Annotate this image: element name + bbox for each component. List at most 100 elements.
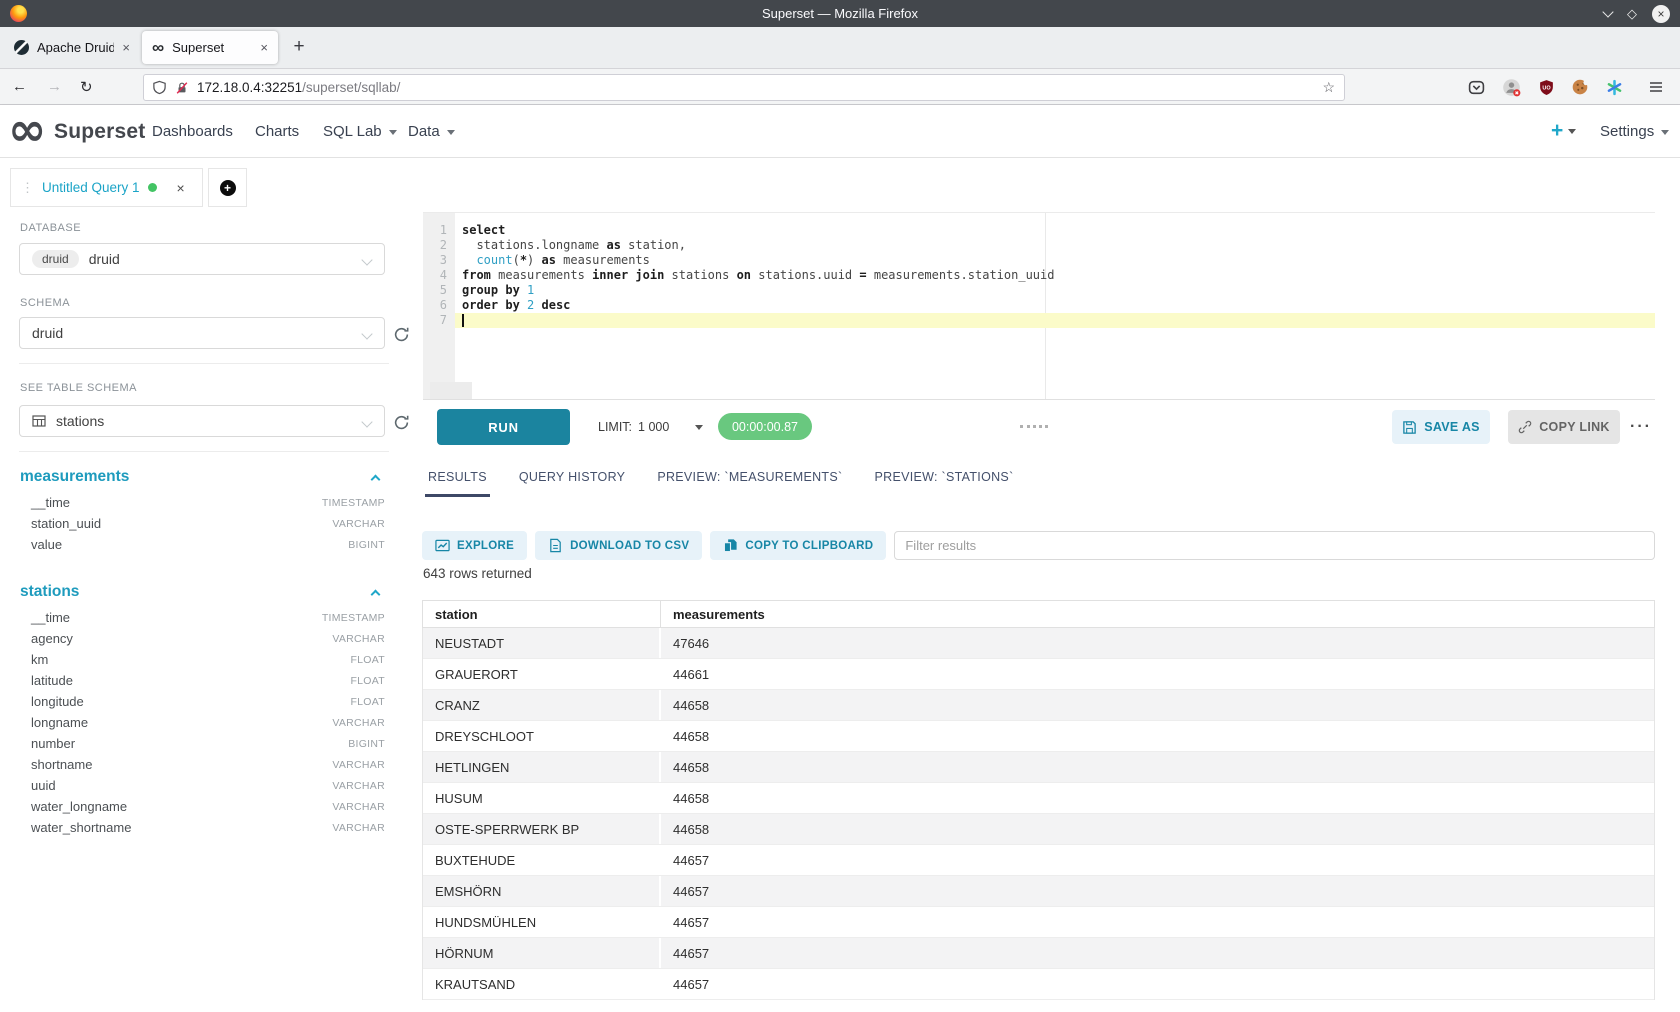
sql-editor[interactable]: 1234567 select stations.longname as stat… (423, 212, 1655, 400)
reload-icon[interactable]: ↻ (80, 78, 93, 96)
sql-token (534, 298, 541, 312)
schema-table-header[interactable]: stations (20, 581, 385, 603)
collapse-chevron-icon[interactable] (371, 589, 381, 599)
column-type: VARCHAR (332, 518, 385, 530)
column-type: FLOAT (350, 654, 385, 666)
column-name: water_longname (31, 799, 127, 814)
nav-sql-lab[interactable]: SQL Lab (323, 105, 397, 158)
tab-close-icon[interactable]: × (260, 40, 268, 55)
schema-column-row: longnameVARCHAR (20, 712, 385, 733)
window-maximize-icon[interactable]: ◇ (1627, 7, 1637, 20)
sql-token: desc (542, 298, 571, 312)
more-options-icon[interactable]: ··· (1630, 409, 1652, 445)
download-to-csv-button[interactable]: DOWNLOAD TO CSV (535, 531, 702, 560)
column-type: BIGINT (348, 738, 385, 750)
schema-column-row: kmFLOAT (20, 649, 385, 670)
run-button[interactable]: RUN (437, 409, 570, 445)
tab-close-icon[interactable]: × (122, 40, 130, 55)
plus-circle-icon: + (220, 180, 236, 196)
schema-table-name: measurements (20, 468, 129, 486)
refresh-schema-icon[interactable] (391, 324, 411, 344)
back-icon[interactable]: ← (12, 78, 27, 95)
add-query-tab-button[interactable]: + (208, 168, 247, 207)
schema-column-row: latitudeFLOAT (20, 670, 385, 691)
editor-code-line[interactable]: count(*) as measurements (455, 253, 1655, 268)
schema-table-name: stations (20, 583, 79, 601)
collapse-chevron-icon[interactable] (371, 474, 381, 484)
query-tab-untitled-query-1[interactable]: ⋮ Untitled Query 1 × (10, 168, 203, 207)
header-measurements[interactable]: measurements (661, 607, 765, 622)
editor-code-line[interactable] (455, 313, 1655, 328)
header-station[interactable]: station (423, 601, 661, 627)
editor-code-line[interactable]: group by 1 (455, 283, 1655, 298)
profile-extension-icon[interactable] (1501, 77, 1521, 97)
table-value: stations (56, 413, 104, 429)
new-tab-button[interactable]: + (286, 34, 312, 60)
window-titlebar: Superset — Mozilla Firefox ◇ × (0, 0, 1680, 27)
table-row: HUNDSMÜHLEN44657 (423, 907, 1654, 938)
sql-token (462, 253, 476, 267)
results-tab-results[interactable]: RESULTS (428, 470, 487, 484)
window-close-icon[interactable]: × (1652, 5, 1670, 23)
browser-tab-apache-druid[interactable]: Apache Druid × (4, 31, 140, 64)
column-name: agency (31, 631, 73, 646)
url-bar[interactable]: 172.18.0.4:32251/superset/sqllab/ ☆ (143, 74, 1345, 101)
file-icon (548, 538, 563, 553)
editor-code-line[interactable]: select (455, 223, 1655, 238)
cookie-extension-icon[interactable] (1570, 77, 1590, 97)
results-tab-preview-measurements[interactable]: PREVIEW: `MEASUREMENTS` (657, 470, 842, 484)
bookmark-star-icon[interactable]: ☆ (1322, 79, 1335, 96)
add-new-button[interactable]: + (1551, 105, 1576, 157)
url-path: /superset/sqllab/ (302, 80, 400, 95)
schema-select[interactable]: druid (19, 317, 385, 349)
column-name: value (31, 537, 62, 552)
drag-handle-icon[interactable]: ⋮ (21, 180, 34, 196)
column-name: shortname (31, 757, 92, 772)
window-minimize-icon[interactable] (1602, 6, 1613, 17)
nav-data[interactable]: Data (408, 105, 455, 158)
chart-icon (435, 538, 450, 553)
editor-code-line[interactable]: from measurements inner join stations on… (455, 268, 1655, 283)
schema-table-header[interactable]: measurements (20, 466, 385, 488)
cell-station: CRANZ (423, 690, 661, 720)
chevron-down-icon (1661, 130, 1669, 135)
database-select[interactable]: druid druid (19, 243, 385, 275)
column-type: TIMESTAMP (322, 612, 385, 624)
editor-code-line[interactable]: stations.longname as station, (455, 238, 1655, 253)
superset-brand[interactable]: Superset (54, 105, 145, 158)
save-as-button[interactable]: SAVE AS (1392, 410, 1490, 444)
forward-icon[interactable]: → (47, 78, 62, 95)
asterisk-extension-icon[interactable] (1604, 77, 1624, 97)
editor-code[interactable]: select stations.longname as station, cou… (455, 223, 1655, 328)
query-tab-title: Untitled Query 1 (42, 180, 140, 195)
action-label: EXPLORE (457, 540, 514, 552)
cell-station: GRAUERORT (423, 659, 661, 689)
copy-link-button[interactable]: COPY LINK (1508, 410, 1620, 444)
sql-token: select (462, 223, 505, 237)
ublock-origin-icon[interactable]: UO (1536, 77, 1556, 97)
browser-tab-superset[interactable]: ∞ Superset × (142, 31, 278, 64)
nav-charts[interactable]: Charts (255, 105, 299, 158)
query-tab-close-icon[interactable]: × (177, 180, 185, 196)
results-tab-query-history[interactable]: QUERY HISTORY (519, 470, 625, 484)
filter-input[interactable] (894, 531, 1655, 560)
table-row: BUXTEHUDE44657 (423, 845, 1654, 876)
nav-dashboards[interactable]: Dashboards (152, 105, 233, 158)
settings-menu[interactable]: Settings (1600, 105, 1669, 158)
pocket-icon[interactable] (1466, 77, 1486, 97)
copy-to-clipboard-button[interactable]: COPY TO CLIPBOARD (710, 531, 886, 560)
pane-resize-handle[interactable] (1020, 425, 1048, 428)
results-tab-preview-stations[interactable]: PREVIEW: `STATIONS` (874, 470, 1013, 484)
superset-icon: ∞ (152, 40, 164, 55)
editor-line-number: 7 (423, 313, 455, 328)
limit-dropdown[interactable]: LIMIT: 1 000 (598, 409, 703, 445)
explore-button[interactable]: EXPLORE (422, 531, 527, 560)
schema-column-row: station_uuidVARCHAR (20, 513, 385, 534)
menu-hamburger-icon[interactable] (1646, 77, 1666, 97)
refresh-table-icon[interactable] (391, 412, 411, 432)
insecure-lock-icon[interactable] (175, 81, 189, 95)
editor-code-line[interactable]: order by 2 desc (455, 298, 1655, 313)
sql-token: measurements (556, 253, 650, 267)
sql-token: stations (664, 268, 736, 282)
table-schema-select[interactable]: stations (19, 405, 385, 437)
